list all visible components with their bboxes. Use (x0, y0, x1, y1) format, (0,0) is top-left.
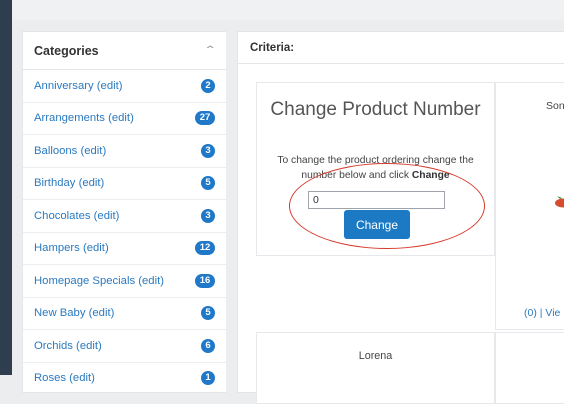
top-bar (12, 0, 564, 20)
change-desc-bold: Change (411, 170, 450, 181)
count-badge: 1 (201, 371, 215, 386)
category-link[interactable]: Orchids (edit) (34, 340, 102, 352)
category-item-anniversary[interactable]: Anniversary (edit) 2 (23, 70, 226, 103)
criteria-panel: Criteria: Change Product Number To chang… (237, 31, 564, 404)
count-badge: 2 (201, 78, 215, 93)
category-link[interactable]: Arrangements (edit) (34, 112, 134, 124)
category-item-roses[interactable]: Roses (edit) 1 (23, 363, 226, 395)
category-item-homepage-specials[interactable]: Homepage Specials (edit) 16 (23, 265, 226, 298)
category-item-new-baby[interactable]: New Baby (edit) 5 (23, 298, 226, 330)
categories-panel: Categories ⌃ Anniversary (edit) 2 Arrang… (22, 31, 226, 395)
category-link[interactable]: Chocolates (edit) (34, 210, 119, 222)
criteria-header: Criteria: (238, 32, 564, 64)
category-item-orchids[interactable]: Orchids (edit) 6 (23, 330, 226, 363)
count-badge: 5 (201, 176, 215, 191)
chevron-up-icon[interactable]: ⌃ (203, 45, 216, 56)
product-number-input[interactable] (308, 191, 445, 209)
count-badge: 27 (195, 111, 215, 126)
product-card-partial-bottom (495, 332, 564, 404)
product-actions-link[interactable]: (0) | Vie (524, 307, 560, 319)
category-item-balloons[interactable]: Balloons (edit) 3 (23, 135, 226, 168)
category-link[interactable]: Hampers (edit) (34, 242, 109, 254)
product-name: Lorena (358, 350, 393, 362)
product-card-partial: Son (0) | Vie (495, 82, 564, 330)
category-item-birthday[interactable]: Birthday (edit) 5 (23, 168, 226, 200)
category-link[interactable]: Roses (edit) (34, 372, 95, 384)
criteria-title: Criteria: (250, 41, 295, 54)
category-link[interactable]: New Baby (edit) (34, 307, 114, 319)
count-badge: 16 (195, 273, 215, 288)
categories-title: Categories (34, 43, 99, 58)
count-badge: 3 (201, 208, 215, 223)
change-product-number-box: Change Product Number To change the prod… (256, 82, 495, 256)
category-link[interactable]: Balloons (edit) (34, 145, 106, 157)
count-badge: 12 (195, 241, 215, 256)
product-image-icon (555, 196, 564, 208)
category-link[interactable]: Anniversary (edit) (34, 80, 123, 92)
count-badge: 6 (201, 338, 215, 353)
categories-header[interactable]: Categories ⌃ (23, 32, 226, 70)
category-item-hampers[interactable]: Hampers (edit) 12 (23, 233, 226, 265)
product-name-partial: Son (546, 100, 564, 112)
product-card: Lorena (256, 332, 495, 404)
change-box-title: Change Product Number (270, 99, 481, 120)
app-sidebar-rail (0, 0, 12, 375)
change-button[interactable]: Change (344, 210, 410, 239)
category-item-arrangements[interactable]: Arrangements (edit) 27 (23, 103, 226, 135)
category-link[interactable]: Homepage Specials (edit) (34, 275, 164, 287)
change-box-description: To change the product ordering change th… (267, 153, 484, 183)
count-badge: 5 (201, 306, 215, 321)
category-item-chocolates[interactable]: Chocolates (edit) 3 (23, 200, 226, 233)
count-badge: 3 (201, 143, 215, 158)
category-list: Anniversary (edit) 2 Arrangements (edit)… (23, 70, 226, 395)
category-link[interactable]: Birthday (edit) (34, 177, 104, 189)
